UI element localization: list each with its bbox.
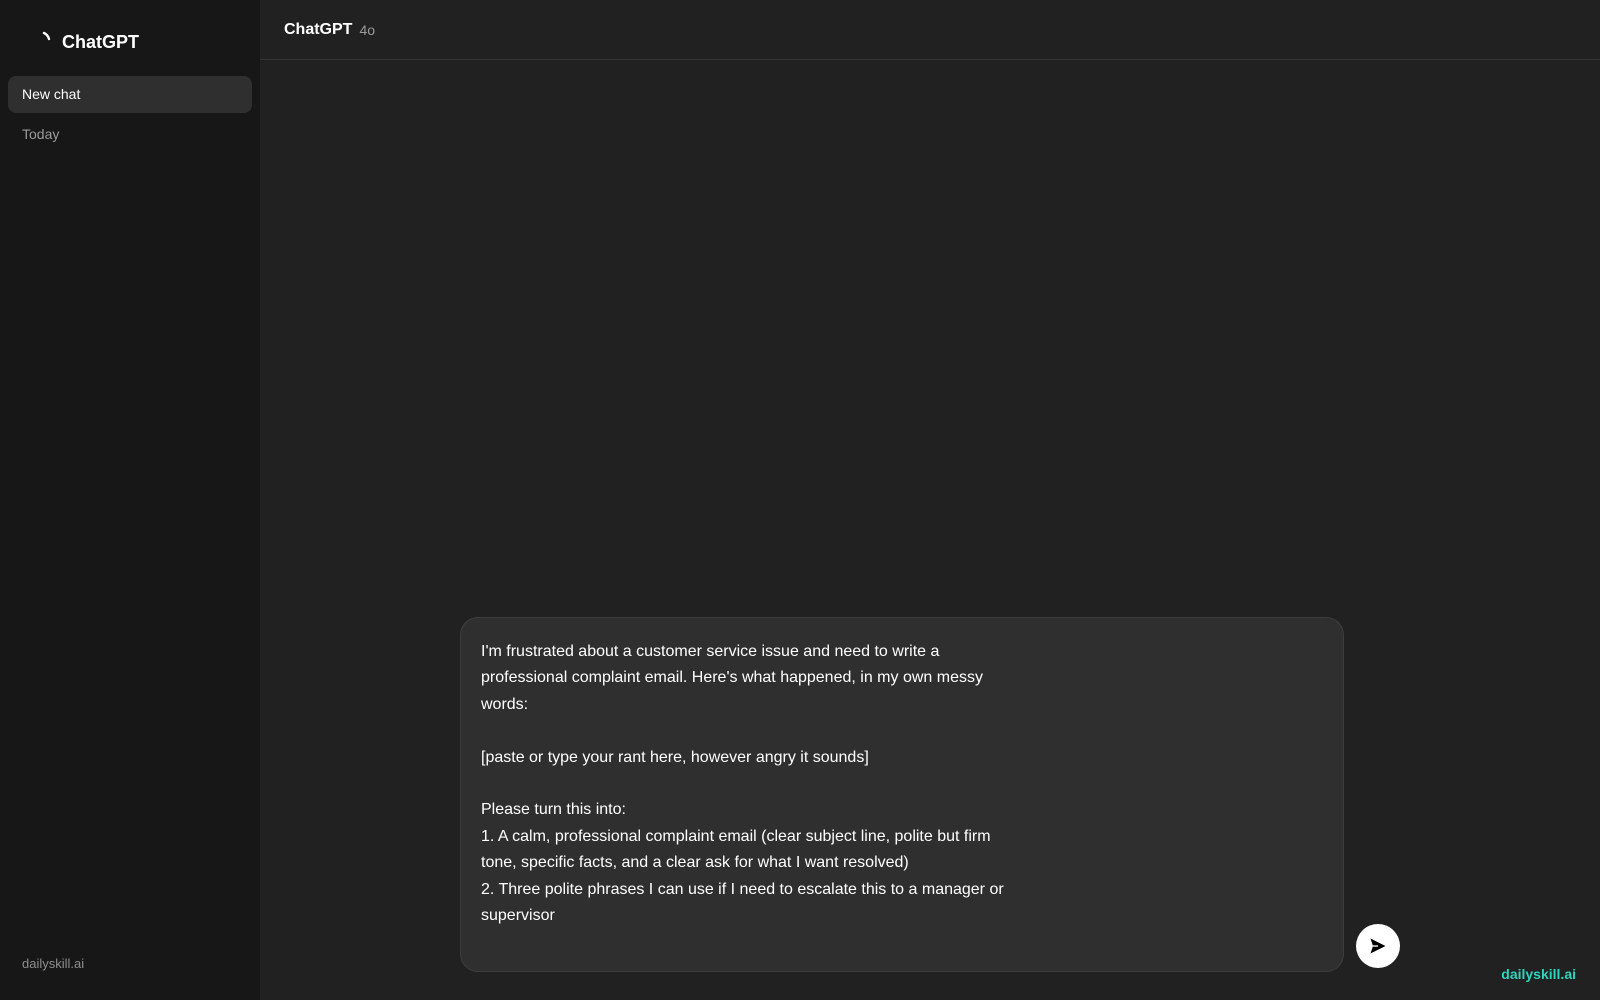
brand: ChatGPT [36, 28, 139, 56]
top-bar: ChatGPT 4o [260, 0, 1600, 60]
send-arrow-icon [1370, 938, 1386, 954]
spinner-logo-icon [42, 31, 51, 41]
new-chat-button[interactable]: New chat [8, 76, 252, 113]
sidebar-footer-brand: dailyskill.ai [22, 956, 85, 971]
brand-name: ChatGPT [62, 32, 140, 52]
message-input[interactable]: I'm frustrated about a customer service … [481, 639, 1011, 929]
sidebar: ChatGPT New chat Today dailyskill.ai [0, 0, 260, 1000]
model-selector-title[interactable]: ChatGPT [284, 21, 352, 39]
watermark: dailyskill.ai [1501, 966, 1576, 982]
sidebar-section-today: Today [22, 126, 60, 142]
send-button[interactable] [1356, 924, 1400, 968]
message-composer[interactable]: I'm frustrated about a customer service … [460, 617, 1344, 972]
model-version: 4o [359, 21, 376, 38]
